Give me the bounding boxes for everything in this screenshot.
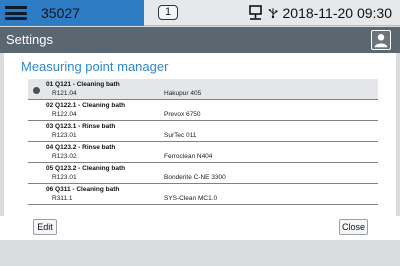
item-product: Hakupur 405 (164, 90, 202, 97)
item-product: SYS-Clean MC1.0 (164, 195, 218, 202)
list-item[interactable]: 03 Q123.1 - Rinse bath R123.01 SurTec 01… (28, 121, 378, 142)
item-id: R123.01 (52, 132, 77, 139)
top-status-bar: 35027 1 2018-11-20 09:30 (0, 0, 400, 26)
list-item[interactable]: 04 Q123.2 - Rinse bath R123.02 Ferroclea… (28, 142, 378, 163)
close-button[interactable]: Close (339, 219, 368, 235)
item-id: R121.04 (52, 90, 77, 97)
message-count-badge[interactable]: 1 (158, 5, 178, 20)
status-area: 2018-11-20 09:30 (247, 4, 393, 22)
list-item[interactable]: 01 Q121 - Cleaning bath R121.04 Hakupur … (28, 79, 378, 100)
section-title: Measuring point manager (21, 59, 169, 74)
list-item[interactable]: 05 Q123.2 - Cleaning bath R123.01 Bonder… (28, 163, 378, 184)
footer-bar: Edit Close (0, 216, 400, 240)
item-id: R123.02 (52, 153, 77, 160)
user-icon[interactable] (371, 30, 391, 50)
item-title: 05 Q123.2 - Cleaning bath (46, 165, 126, 172)
item-product: SurTec 011 (164, 132, 197, 139)
item-title: 06 Q311 - Cleaning bath (46, 186, 120, 193)
item-product: Ferroclean N404 (164, 153, 213, 160)
main-panel: Measuring point manager 01 Q121 - Cleani… (4, 53, 396, 240)
item-id: R123.01 (52, 174, 77, 181)
menu-cell[interactable]: 35027 (0, 0, 144, 26)
item-id: R122.04 (52, 111, 77, 118)
page-title: Settings (6, 32, 53, 47)
network-icon (248, 5, 262, 20)
device-id: 35027 (41, 5, 80, 21)
selected-bullet-icon (33, 87, 40, 94)
title-bar: Settings (0, 27, 400, 53)
item-title: 02 Q122.1 - Cleaning bath (46, 102, 126, 109)
list-item[interactable]: 06 Q311 - Cleaning bath R311.1 SYS-Clean… (28, 184, 378, 205)
datetime: 2018-11-20 09:30 (282, 5, 393, 21)
hamburger-icon[interactable] (5, 6, 27, 20)
edit-button[interactable]: Edit (33, 219, 57, 235)
item-product: Bonderite C-NE 3300 (164, 174, 226, 181)
item-title: 03 Q123.1 - Rinse bath (46, 123, 116, 130)
item-id: R311.1 (52, 195, 73, 202)
item-title: 01 Q121 - Cleaning bath (46, 81, 120, 88)
list-item[interactable]: 02 Q122.1 - Cleaning bath R122.04 Prevox… (28, 100, 378, 121)
usb-icon (268, 8, 277, 19)
item-product: Prevox 6750 (164, 111, 201, 118)
item-title: 04 Q123.2 - Rinse bath (46, 144, 116, 151)
